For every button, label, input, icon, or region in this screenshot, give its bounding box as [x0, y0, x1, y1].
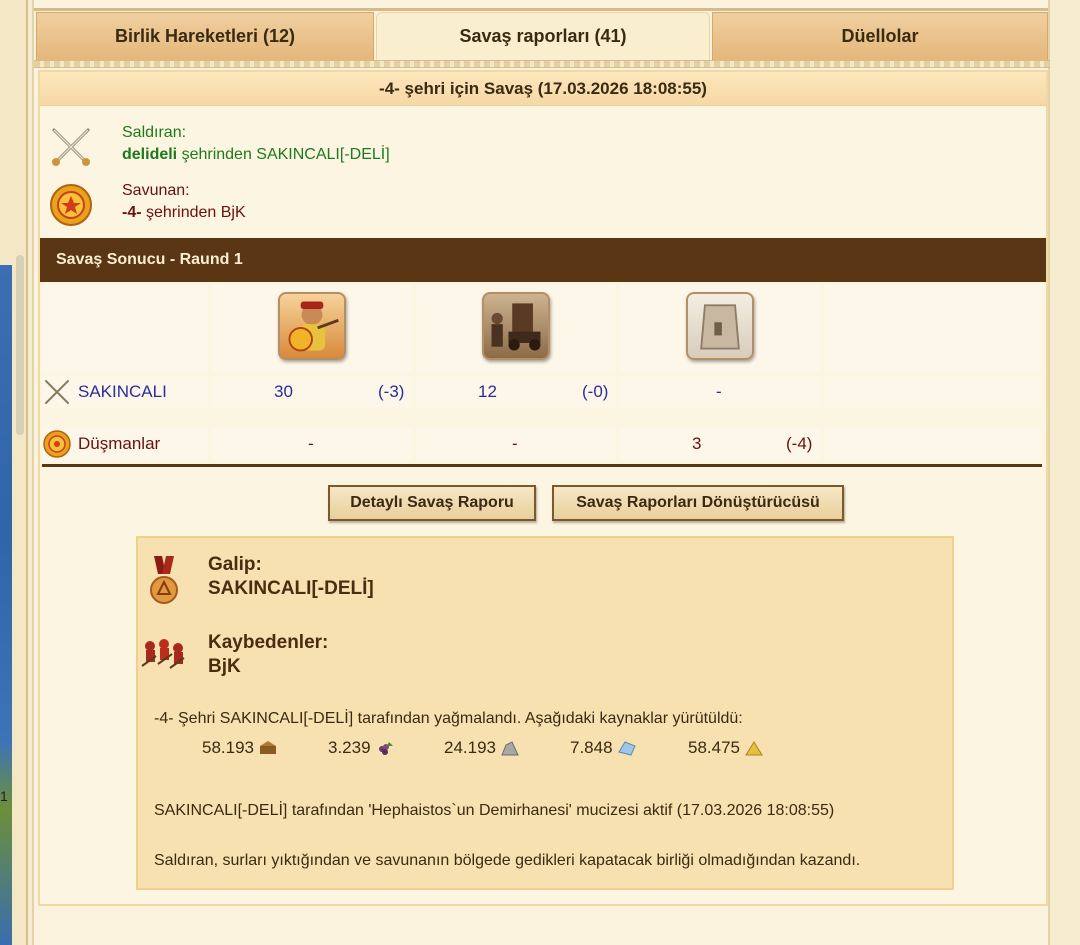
resource-amount: 3.239	[328, 738, 371, 757]
unit-header-cell	[416, 284, 616, 372]
medal-icon	[150, 556, 178, 604]
detailed-report-button[interactable]: Detaylı Savaş Raporu	[328, 485, 536, 521]
empty-header-cell	[824, 284, 1042, 372]
resource-amount: 58.475	[688, 738, 740, 757]
winner-name[interactable]: SAKINCALI[-DELİ]	[208, 578, 374, 600]
resource-amount: 24.193	[444, 738, 496, 757]
world-map-edge[interactable]	[0, 265, 12, 945]
left-map-strip: 1	[0, 0, 28, 945]
grid-corner-cell	[42, 284, 208, 372]
unit-count: 12	[478, 382, 497, 401]
table-divider	[42, 464, 1042, 467]
greek-border	[34, 60, 1050, 68]
defender-city-link[interactable]: -4-	[122, 204, 142, 221]
attacker-detail: şehrinden SAKINCALI[-DELİ]	[177, 146, 390, 163]
tab-duels[interactable]: Düellolar	[712, 12, 1048, 60]
tab-battle-reports[interactable]: Savaş raporları (41)	[376, 12, 710, 60]
unit-count: -	[308, 434, 314, 453]
map-number: 1	[0, 788, 8, 804]
attacker-player-link[interactable]: SAKINCALI	[78, 382, 167, 402]
unit-count: -	[716, 382, 722, 401]
attacker-label: Saldıran:	[122, 124, 187, 141]
defender-row-label: Düşmanlar	[42, 429, 160, 459]
crystal-icon	[617, 741, 636, 756]
marble-icon	[501, 741, 519, 756]
wood-icon	[260, 741, 276, 754]
crossed-swords-icon	[45, 380, 69, 404]
unit-header-cell	[620, 284, 820, 372]
sulfur-icon	[745, 741, 763, 756]
winner-label: Galip:	[208, 554, 262, 575]
empty-cell	[824, 376, 1042, 408]
losers-name[interactable]: BjK	[208, 656, 241, 678]
defeated-soldiers-icon	[141, 639, 185, 669]
resource-sulfur: 58.475	[688, 738, 764, 758]
wonder-text: SAKINCALI[-DELİ] tarafından 'Hephaistos`…	[154, 802, 835, 819]
unit-loss: (-3)	[378, 382, 405, 401]
resource-amount: 58.193	[202, 738, 254, 757]
battle-report-window: Birlik Hareketleri (12) Savaş raporları …	[32, 0, 1050, 945]
attacker-city-link[interactable]: delideli	[122, 146, 177, 163]
wine-icon	[378, 742, 393, 755]
shield-icon	[50, 184, 92, 226]
crossed-swords-icon	[52, 128, 90, 166]
top-border	[34, 8, 1048, 11]
scrollbar-thumb[interactable]	[16, 255, 24, 435]
resource-marble: 24.193	[444, 738, 520, 758]
catapult-unit-icon[interactable]	[482, 292, 550, 360]
tab-troop-movements[interactable]: Birlik Hareketleri (12)	[36, 12, 374, 60]
resource-crystal: 7.848	[570, 738, 637, 758]
defender-label: Savunan:	[122, 182, 190, 199]
shield-icon	[43, 430, 71, 458]
report-panel: -4- şehri için Savaş (17.03.2026 18:08:5…	[38, 70, 1048, 906]
report-converter-button[interactable]: Savaş Raporları Dönüştürücüsü	[552, 485, 844, 521]
hoplite-unit-icon[interactable]	[278, 292, 346, 360]
empty-cell	[824, 428, 1042, 460]
battle-result-header: Savaş Sonucu - Raund 1	[40, 238, 1046, 282]
battle-summary: Galip: SAKINCALI[-DELİ] Kaybedenler: BjK…	[136, 536, 954, 890]
plunder-text: -4- Şehri SAKINCALI[-DELİ] tarafından ya…	[154, 710, 743, 727]
tab-bar: Birlik Hareketleri (12) Savaş raporları …	[34, 12, 1050, 60]
unit-loss: (-0)	[582, 382, 609, 401]
victory-reason-text: Saldıran, surları yıktığından ve savunan…	[154, 852, 861, 869]
resource-wood: 58.193	[202, 738, 278, 758]
unit-count: -	[512, 434, 518, 453]
defender-detail: şehrinden BjK	[141, 204, 246, 221]
report-title: -4- şehri için Savaş (17.03.2026 18:08:5…	[40, 72, 1046, 106]
wall-unit-icon[interactable]	[686, 292, 754, 360]
resource-amount: 7.848	[570, 738, 613, 757]
unit-count: 30	[274, 382, 293, 401]
attacker-row-label: SAKINCALI	[42, 377, 167, 407]
unit-count: 3	[692, 434, 702, 453]
enemies-label: Düşmanlar	[78, 434, 161, 453]
unit-header-cell	[212, 284, 412, 372]
resource-wine: 3.239	[328, 738, 395, 758]
unit-loss: (-4)	[786, 434, 813, 453]
losers-label: Kaybedenler:	[208, 632, 329, 653]
